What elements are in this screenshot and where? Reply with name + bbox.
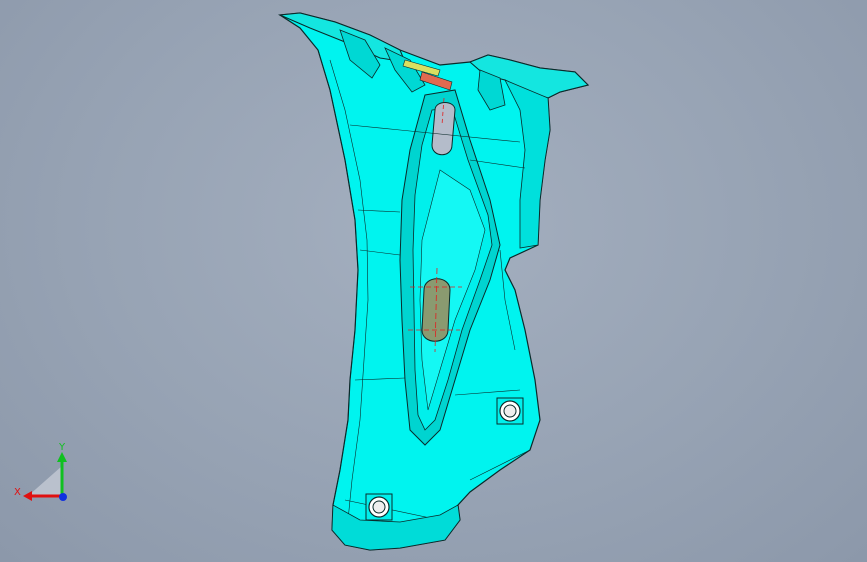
upper-slot[interactable] <box>431 102 456 156</box>
coordinate-triad: Y X <box>10 438 80 508</box>
triad-svg: Y X <box>14 442 67 501</box>
model-canvas[interactable] <box>0 0 867 562</box>
fastener-left[interactable] <box>365 493 393 521</box>
middle-slot[interactable] <box>421 278 451 342</box>
fastener-right[interactable] <box>496 397 524 425</box>
bracket-part[interactable] <box>278 12 590 551</box>
x-axis-label: X <box>14 487 21 498</box>
triad-base-shadow <box>28 466 62 496</box>
z-axis-dot <box>59 493 67 501</box>
y-axis-label: Y <box>58 442 66 453</box>
3d-viewport[interactable]: Y X <box>0 0 867 562</box>
y-axis-arrow <box>57 452 67 462</box>
x-axis-arrow <box>23 491 32 501</box>
